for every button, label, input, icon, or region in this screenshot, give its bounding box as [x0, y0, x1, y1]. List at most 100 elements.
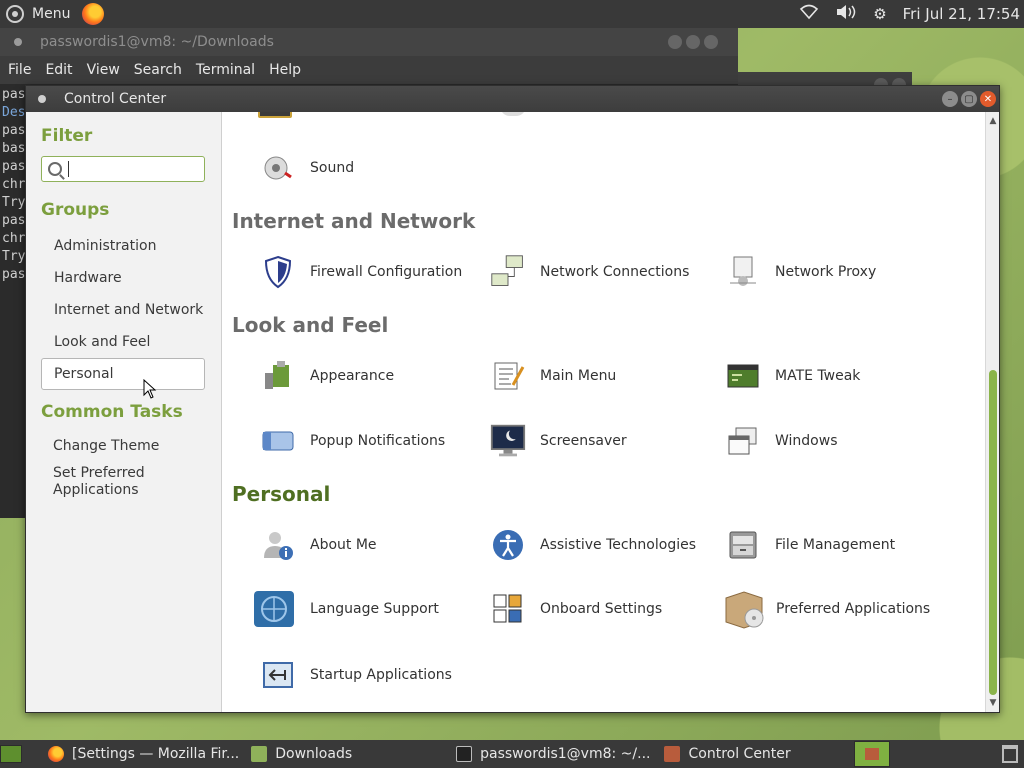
filter-input[interactable] [68, 161, 198, 177]
top-panel: Menu ⚙ Fri Jul 21, 17:54 [0, 0, 1024, 28]
group-personal[interactable]: Personal [41, 358, 205, 390]
scroll-down-arrow-icon[interactable]: ▼ [986, 696, 999, 710]
notification-icon [260, 423, 296, 459]
item-label: Language Support [310, 601, 439, 617]
proxy-icon [725, 254, 761, 290]
item-label: MATE Tweak [775, 368, 861, 384]
item-label: Startup Applications [310, 667, 452, 683]
item-about-me[interactable]: About Me [260, 525, 377, 565]
terminal-titlebar[interactable]: passwordis1@vm8: ~/Downloads [0, 28, 738, 56]
common-tasks-heading: Common Tasks [41, 402, 183, 422]
bottom-panel: [Settings — Mozilla Fir... Downloads pas… [0, 740, 1024, 768]
groups-heading: Groups [41, 200, 110, 220]
startup-icon [260, 657, 296, 693]
item-label: Appearance [310, 368, 395, 384]
minimize-icon[interactable] [668, 35, 682, 49]
minimize-button[interactable]: – [942, 91, 958, 107]
screensaver-icon [490, 423, 526, 459]
filter-search-box[interactable] [41, 156, 205, 182]
item-sound[interactable]: Sound [260, 148, 354, 188]
item-label: Screensaver [540, 433, 627, 449]
item-network-proxy[interactable]: Network Proxy [725, 252, 876, 292]
close-button[interactable]: ✕ [980, 91, 996, 107]
clock[interactable]: Fri Jul 21, 17:54 [903, 5, 1020, 23]
taskbar-item-downloads[interactable]: Downloads [251, 740, 352, 768]
item-startup-applications[interactable]: Startup Applications [260, 655, 452, 695]
workspace-switcher[interactable] [854, 741, 890, 767]
window-title: Control Center [64, 91, 167, 107]
window-menu-icon[interactable] [14, 38, 22, 46]
items-panel: Sound Internet and Network Firewall Conf… [222, 112, 999, 712]
item-assistive-technologies[interactable]: Assistive Technologies [490, 525, 696, 565]
menu-terminal[interactable]: Terminal [196, 62, 262, 78]
section-personal: Personal [232, 482, 331, 506]
vertical-scrollbar[interactable]: ▲ ▼ [985, 112, 999, 712]
control-center-window[interactable]: Control Center – ▢ ✕ Filter Groups Admin… [25, 85, 1000, 713]
folder-icon [251, 746, 268, 762]
workspace-window-icon [865, 748, 879, 760]
group-look-and-feel[interactable]: Look and Feel [41, 326, 205, 358]
trash-icon[interactable] [1002, 745, 1018, 763]
item-label: Main Menu [540, 368, 617, 384]
menu-button[interactable]: Menu [6, 0, 70, 28]
group-administration[interactable]: Administration [41, 230, 205, 262]
item-appearance[interactable]: Appearance [260, 356, 394, 396]
group-hardware[interactable]: Hardware [41, 262, 205, 294]
item-label: Onboard Settings [540, 601, 663, 617]
item-main-menu[interactable]: Main Menu [490, 356, 616, 396]
item-file-management[interactable]: File Management [725, 525, 895, 565]
window-menu-icon[interactable] [38, 95, 46, 103]
sound-icon [260, 150, 296, 186]
maximize-button[interactable]: ▢ [961, 91, 977, 107]
item-mate-tweak[interactable]: MATE Tweak [725, 356, 860, 396]
control-center-icon [664, 746, 681, 762]
network-icon [490, 254, 526, 290]
control-center-titlebar[interactable]: Control Center – ▢ ✕ [26, 86, 999, 112]
taskbar-item-control-center[interactable]: Control Center [664, 740, 791, 768]
taskbar-label: [Settings — Mozilla Fir... [72, 746, 240, 762]
item-preferred-applications[interactable]: Preferred Applications [722, 589, 930, 629]
menu-edit[interactable]: Edit [45, 62, 79, 78]
maximize-icon[interactable] [686, 35, 700, 49]
close-icon[interactable] [704, 35, 718, 49]
menu-file[interactable]: File [8, 62, 38, 78]
item-firewall-configuration[interactable]: Firewall Configuration [260, 252, 462, 292]
item-language-support[interactable]: Language Support [252, 589, 439, 629]
firefox-launcher-icon[interactable] [82, 3, 105, 25]
system-tray: ⚙ Fri Jul 21, 17:54 [799, 4, 1020, 24]
item-screensaver[interactable]: Screensaver [490, 421, 627, 461]
partial-icon [500, 112, 526, 116]
show-desktop-button[interactable] [0, 745, 22, 763]
task-set-preferred-applications[interactable]: Set Preferred Applications [41, 459, 205, 503]
tweak-icon [725, 358, 761, 394]
menu-search[interactable]: Search [134, 62, 189, 78]
item-label: Preferred Applications [776, 601, 931, 617]
item-popup-notifications[interactable]: Popup Notifications [260, 421, 445, 461]
globe-icon [252, 589, 296, 629]
scroll-up-arrow-icon[interactable]: ▲ [986, 114, 999, 128]
settings-gear-icon[interactable]: ⚙ [873, 5, 886, 23]
wifi-icon[interactable] [799, 4, 819, 24]
volume-icon[interactable] [835, 4, 857, 24]
item-label: Assistive Technologies [540, 537, 697, 553]
taskbar-item-firefox[interactable]: [Settings — Mozilla Fir... [48, 740, 239, 768]
accessibility-icon [490, 527, 526, 563]
section-look-and-feel: Look and Feel [232, 313, 389, 337]
task-change-theme[interactable]: Change Theme [41, 432, 205, 459]
item-label: About Me [310, 537, 377, 553]
firefox-icon [48, 746, 64, 762]
group-internet-and-network[interactable]: Internet and Network [41, 294, 205, 326]
filter-heading: Filter [41, 126, 93, 146]
menu-help[interactable]: Help [269, 62, 308, 78]
menu-label: Menu [32, 6, 71, 22]
item-label: File Management [775, 537, 896, 553]
item-windows[interactable]: Windows [725, 421, 838, 461]
section-internet-and-network: Internet and Network [232, 209, 476, 233]
scrollbar-thumb[interactable] [989, 370, 997, 695]
item-network-connections[interactable]: Network Connections [490, 252, 689, 292]
item-label: Network Connections [540, 264, 690, 280]
taskbar-item-terminal[interactable]: passwordis1@vm8: ~/... [456, 740, 650, 768]
menu-view[interactable]: View [87, 62, 127, 78]
item-onboard-settings[interactable]: Onboard Settings [490, 589, 662, 629]
taskbar-label: passwordis1@vm8: ~/... [480, 746, 651, 762]
